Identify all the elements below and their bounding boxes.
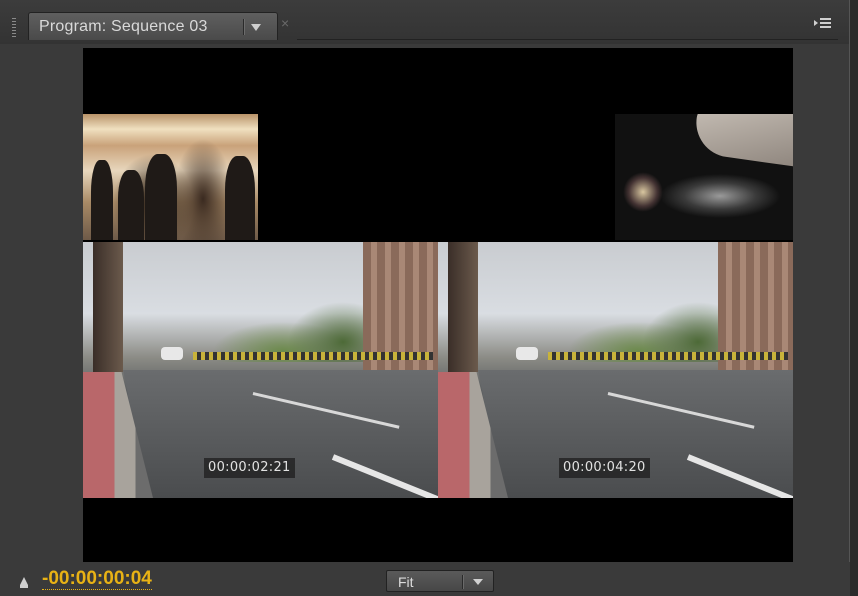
playhead-icon[interactable] — [20, 577, 28, 588]
clip-dj-pip — [615, 114, 793, 240]
panel-menu-icon[interactable] — [814, 16, 832, 30]
current-timecode[interactable]: -00:00:00:04 — [42, 568, 152, 590]
panel-grip-icon[interactable] — [12, 18, 16, 38]
monitor-footer: -00:00:00:04 Fit — [0, 562, 850, 596]
panel-edge — [849, 0, 858, 596]
tab-program-sequence[interactable]: Program: Sequence 03 — [28, 12, 278, 40]
clip-timecode-right: 00:00:04:20 — [559, 458, 650, 478]
zoom-level-select[interactable]: Fit — [386, 570, 494, 592]
clip-lobby-pip — [83, 114, 258, 240]
header-divider — [297, 39, 838, 40]
program-monitor-viewer[interactable]: 00:00:02:21 00:00:04:20 — [83, 48, 793, 562]
panel-header: Program: Sequence 03 × — [0, 0, 858, 44]
chevron-down-icon[interactable] — [251, 24, 261, 31]
tab-title: Program: Sequence 03 — [39, 18, 208, 35]
close-icon[interactable]: × — [281, 16, 289, 30]
zoom-select-divider — [462, 575, 464, 589]
clip-timecode-left: 00:00:02:21 — [204, 458, 295, 478]
zoom-level-value: Fit — [398, 574, 414, 590]
tab-divider — [243, 19, 245, 35]
chevron-down-icon[interactable] — [473, 579, 483, 585]
